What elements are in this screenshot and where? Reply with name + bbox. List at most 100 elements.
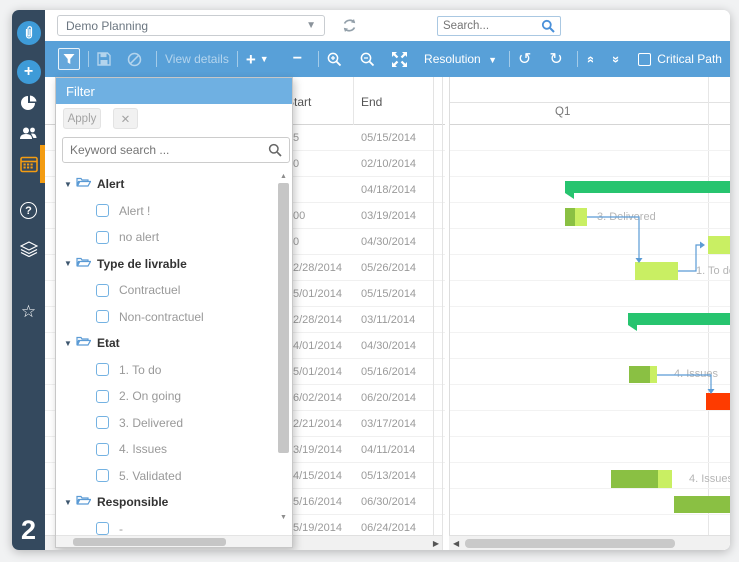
gantt-task-bar[interactable] — [706, 393, 730, 410]
checkbox[interactable] — [96, 284, 109, 297]
expand-all-button[interactable]: » — [609, 55, 624, 62]
fit-view-button[interactable] — [392, 52, 407, 67]
checkbox[interactable] — [96, 310, 109, 323]
quarter-label: Q1 — [555, 106, 570, 118]
help-button[interactable]: ? — [12, 202, 45, 219]
checkbox[interactable] — [96, 204, 109, 217]
gantt-hscrollbar-thumb[interactable] — [465, 539, 675, 548]
add-task-button[interactable]: + ▼ — [246, 51, 269, 68]
cell-start: 3/19/2014 — [293, 437, 351, 463]
filter-option[interactable]: - — [56, 516, 278, 536]
filter-option[interactable]: 2. On going — [56, 383, 278, 409]
critical-path-checkbox[interactable] — [638, 53, 651, 66]
scroll-down-arrow-icon[interactable]: ▼ — [277, 514, 290, 521]
gantt-task-bar[interactable] — [611, 470, 672, 488]
gantt-row — [450, 255, 730, 281]
cell-start: 4/15/2014 — [293, 463, 351, 489]
gantt-task-bar[interactable] — [708, 236, 730, 254]
filter-option-label: Non-contractuel — [119, 310, 204, 324]
sidebar: + ? ☆ 2 — [12, 10, 45, 550]
gantt-task-bar[interactable] — [635, 262, 678, 280]
checkbox[interactable] — [96, 390, 109, 403]
undo-button[interactable]: ↺ — [518, 49, 531, 69]
filter-hscrollbar[interactable] — [56, 535, 292, 547]
view-details-button[interactable]: View details — [165, 52, 229, 66]
filter-option[interactable]: 1. To do — [56, 357, 278, 383]
filter-vscrollbar-thumb[interactable] — [278, 183, 289, 453]
filter-group-label: Type de livrable — [97, 257, 187, 271]
refresh-button[interactable] — [341, 17, 359, 35]
gantt-task-bar[interactable] — [629, 366, 657, 383]
cell-start: 0 — [293, 151, 351, 177]
cell-start: 5 — [293, 125, 351, 151]
checkbox[interactable] — [96, 416, 109, 429]
clear-filter-button[interactable]: ✕ — [113, 108, 138, 129]
filter-option[interactable]: Contractuel — [56, 277, 278, 303]
add-button[interactable]: + — [12, 60, 45, 84]
zoom-in-button[interactable] — [327, 52, 342, 67]
filter-option[interactable]: no alert — [56, 224, 278, 250]
gantt-summary-bar[interactable] — [565, 181, 730, 193]
redo-button[interactable]: ↻ — [549, 49, 562, 69]
save-button[interactable] — [97, 52, 111, 66]
filter-option-label: 2. On going — [119, 389, 181, 403]
filter-panel: Filter Apply ✕ ▼AlertAlert !no alert▼Typ… — [55, 77, 293, 548]
bar-segment — [565, 208, 575, 226]
resolution-button[interactable]: Resolution ▼ — [424, 52, 497, 66]
checkbox[interactable] — [96, 469, 109, 482]
remove-task-button[interactable]: − — [293, 50, 302, 68]
filter-hscrollbar-thumb[interactable] — [73, 538, 226, 546]
reports-button[interactable] — [12, 95, 45, 117]
bar-segment — [575, 208, 587, 226]
filter-option[interactable]: Non-contractuel — [56, 304, 278, 330]
gantt-hscrollbar[interactable]: ◀ — [449, 535, 730, 550]
filter-vscrollbar[interactable]: ▲ ▼ — [277, 173, 290, 535]
checkbox[interactable] — [96, 522, 109, 535]
scroll-right-arrow-icon[interactable]: ▶ — [433, 539, 439, 548]
users-button[interactable] — [12, 126, 45, 146]
gantt-task-bar[interactable] — [565, 208, 587, 226]
cell-start — [293, 177, 351, 203]
filter-option[interactable]: Alert ! — [56, 198, 278, 224]
filter-option[interactable]: 5. Validated — [56, 463, 278, 489]
filter-option[interactable]: 4. Issues — [56, 436, 278, 462]
filter-option[interactable]: 3. Delivered — [56, 410, 278, 436]
cell-start: 6/02/2014 — [293, 385, 351, 411]
layers-button[interactable] — [12, 241, 45, 262]
column-header-end[interactable]: End — [361, 95, 382, 109]
filter-button[interactable] — [58, 48, 80, 70]
filter-group-type-de-livrable[interactable]: ▼Type de livrable — [56, 251, 278, 277]
app-window: + ? ☆ 2 — [12, 10, 730, 550]
planning-select[interactable]: Demo Planning ▼ — [57, 15, 325, 36]
checkbox[interactable] — [96, 443, 109, 456]
cancel-button[interactable] — [127, 52, 142, 67]
filter-option-label: - — [119, 522, 123, 536]
favorites-button[interactable]: ☆ — [12, 302, 45, 322]
keyword-search-input[interactable] — [70, 143, 250, 157]
scroll-up-arrow-icon[interactable]: ▲ — [277, 173, 290, 180]
gantt-task-bar[interactable] — [674, 496, 730, 513]
filter-group-responsible[interactable]: ▼Responsible — [56, 489, 278, 515]
attachment-button[interactable] — [12, 21, 45, 45]
apply-filter-button[interactable]: Apply — [63, 108, 101, 129]
cancel-icon — [127, 52, 142, 67]
cell-start: 5/19/2014 — [293, 515, 351, 535]
filter-option-label: Alert ! — [119, 204, 150, 218]
checkbox[interactable] — [96, 363, 109, 376]
layers-icon — [20, 241, 38, 262]
gantt-row — [450, 463, 730, 489]
search-input[interactable] — [443, 20, 535, 32]
zoom-out-button[interactable] — [360, 52, 375, 67]
gantt-summary-bar[interactable] — [628, 313, 730, 325]
bar-segment — [611, 470, 658, 488]
filter-panel-title: Filter — [56, 78, 292, 104]
scroll-left-arrow-icon[interactable]: ◀ — [453, 539, 459, 548]
filter-group-label: Responsible — [97, 495, 168, 509]
filter-group-alert[interactable]: ▼Alert — [56, 171, 278, 197]
cell-end: 05/13/2014 — [361, 463, 431, 489]
paperclip-icon — [17, 21, 41, 45]
checkbox[interactable] — [96, 231, 109, 244]
filter-option-label: Contractuel — [119, 283, 180, 297]
collapse-all-button[interactable]: » — [582, 55, 597, 62]
filter-group-etat[interactable]: ▼Etat — [56, 330, 278, 356]
